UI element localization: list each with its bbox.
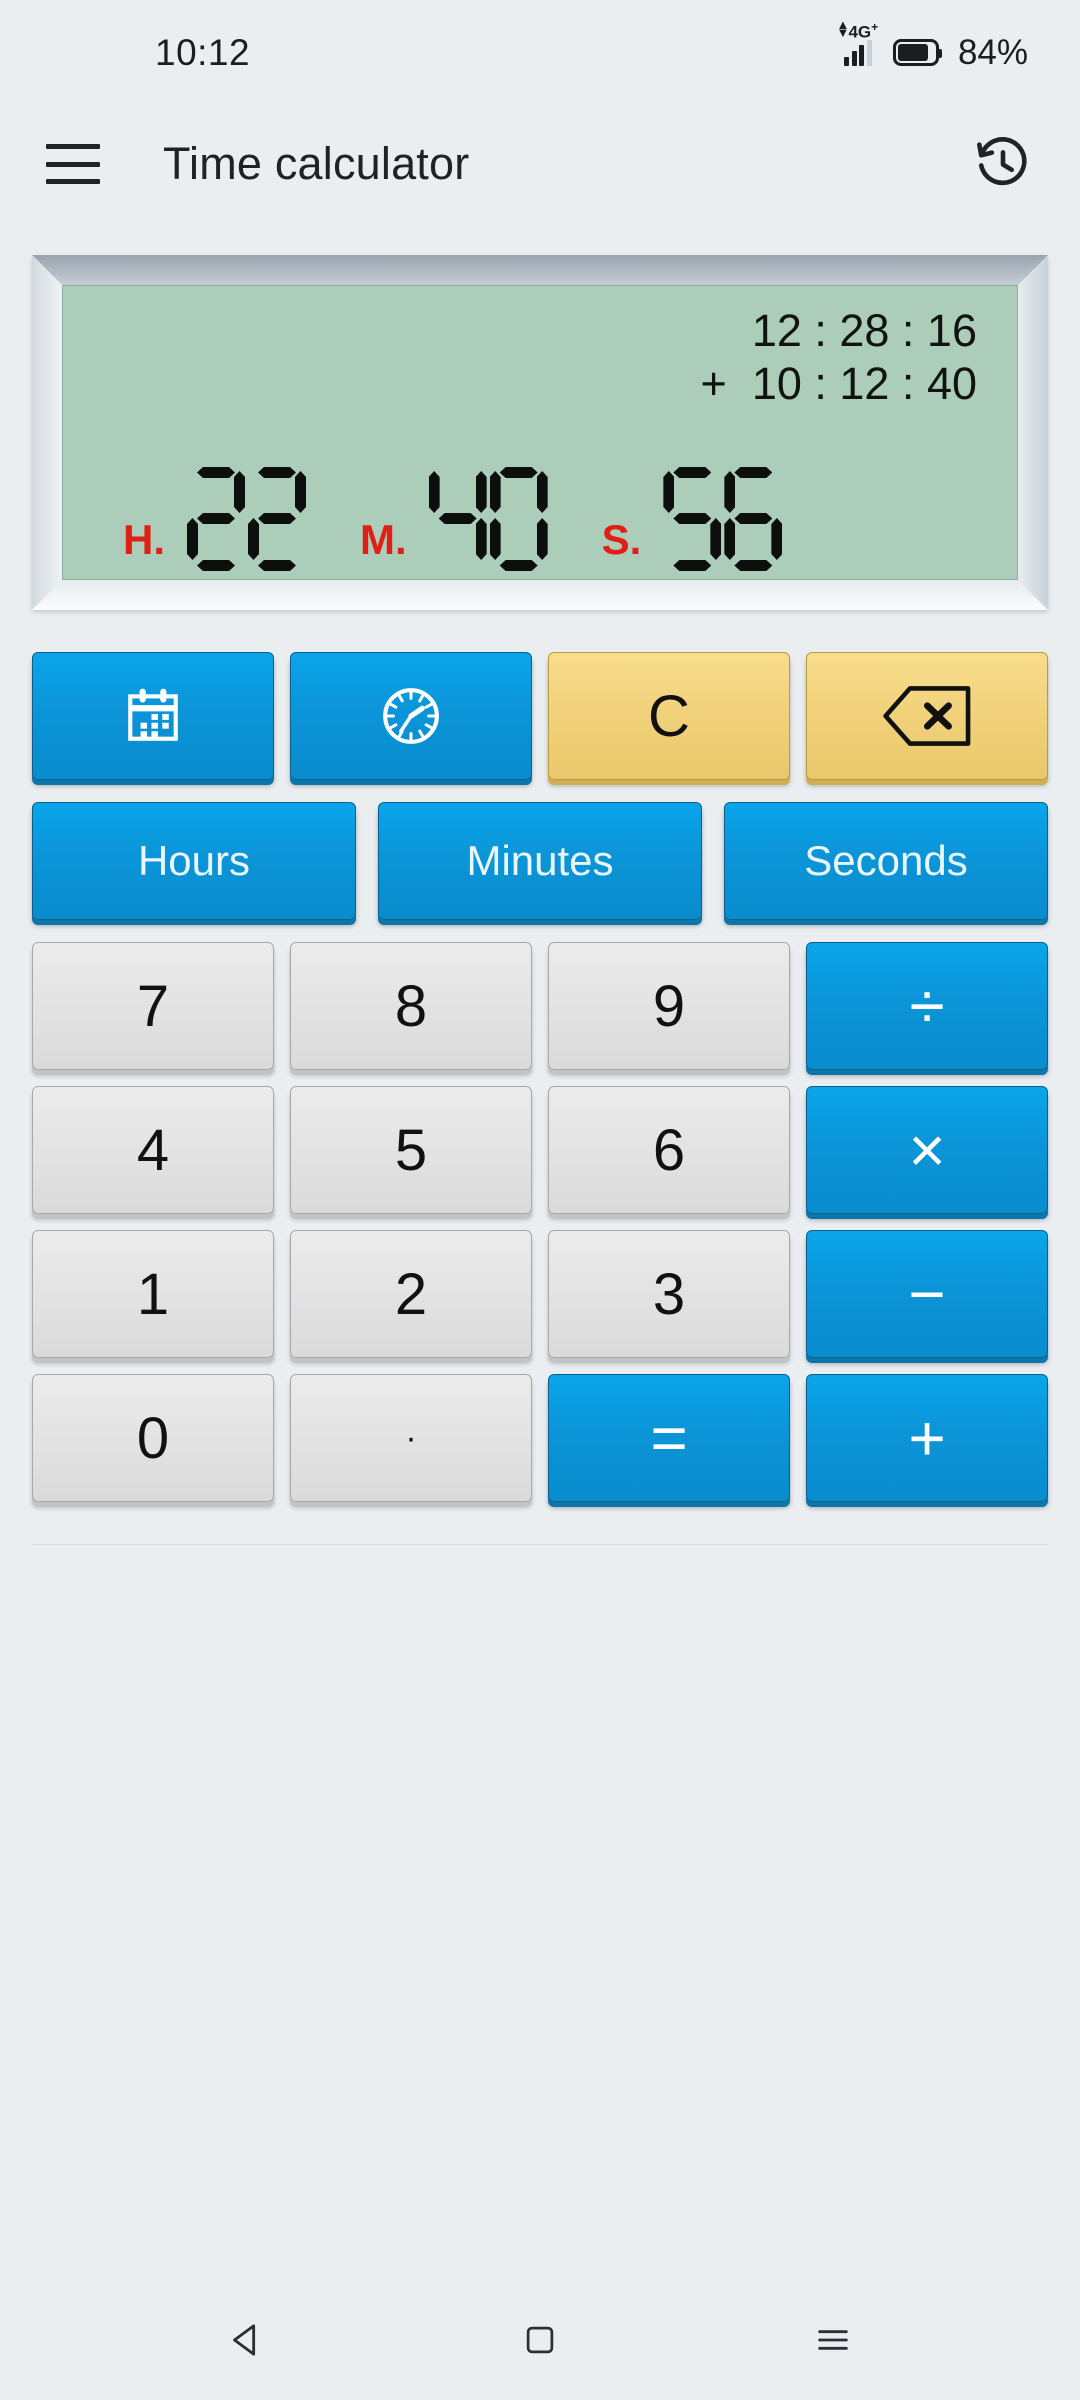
expression-line-2: + 10 : 12 : 40 (700, 358, 977, 409)
result-seconds: S. (602, 467, 783, 571)
key-0[interactable]: 0 (32, 1374, 274, 1502)
clock-button[interactable] (290, 652, 532, 780)
key-7[interactable]: 7 (32, 942, 274, 1070)
key-6-label: 6 (652, 1117, 686, 1183)
hours-button[interactable]: Hours (32, 802, 356, 920)
digit-row-2: 4 5 6 × (32, 1086, 1048, 1214)
minutes-seven-segment (429, 467, 548, 571)
lcd-panel: 12 : 28 : 16 + 10 : 12 : 40 H. M. S. (62, 285, 1018, 580)
key-3-label: 3 (652, 1261, 686, 1327)
digit-row-1: 7 8 9 ÷ (32, 942, 1048, 1070)
multiply-icon: × (908, 1114, 946, 1186)
status-clock: 10:12 (155, 31, 251, 73)
clear-button-label: C (648, 683, 690, 749)
hours-unit-label: H. (123, 516, 165, 563)
back-triangle-icon[interactable] (221, 2314, 273, 2366)
minutes-button[interactable]: Minutes (378, 802, 702, 920)
key-7-label: 7 (136, 973, 170, 1039)
seven-segment-digit (724, 467, 782, 571)
bottom-divider (32, 1544, 1048, 1545)
key-8[interactable]: 8 (290, 942, 532, 1070)
key-2[interactable]: 2 (290, 1230, 532, 1358)
key-minus[interactable]: − (806, 1230, 1048, 1358)
key-9-label: 9 (652, 973, 686, 1039)
seconds-unit-label: S. (601, 516, 642, 563)
result-hours: H. (123, 467, 306, 571)
seconds-button-label: Seconds (804, 837, 968, 884)
battery-percent-label: 84% (957, 32, 1028, 72)
seconds-button[interactable]: Seconds (724, 802, 1048, 920)
data-transfer-arrows-icon: ▲ ▼ (836, 16, 850, 40)
system-nav-bar (0, 2280, 1080, 2400)
minus-icon: − (908, 1258, 946, 1330)
backspace-icon (881, 684, 973, 748)
calendar-button[interactable] (32, 652, 274, 780)
phone-screen: 10:12 ▲ ▼ 4G+ 84% Time calculator 12: 2… (0, 0, 1080, 2400)
key-4[interactable]: 4 (32, 1086, 274, 1214)
result-row: H. M. S. (63, 467, 1017, 571)
calculator-display: 12 : 28 : 16 + 10 : 12 : 40 H. M. S. (32, 255, 1048, 610)
expression-line-1: 12 : 28 : 16 (751, 305, 977, 356)
key-1[interactable]: 1 (32, 1230, 274, 1358)
key-9[interactable]: 9 (548, 942, 790, 1070)
home-square-icon[interactable] (514, 2314, 566, 2366)
signal-bars-icon: ▲ ▼ 4G+ (836, 18, 878, 66)
key-decimal[interactable]: · (290, 1374, 532, 1502)
function-key-row: C (32, 652, 1048, 780)
backspace-button[interactable] (806, 652, 1048, 780)
seven-segment-digit (663, 467, 721, 571)
minutes-button-label: Minutes (466, 837, 614, 884)
key-0-label: 0 (136, 1405, 170, 1471)
signal-strength-bars (844, 39, 872, 66)
status-bar: 10:12 ▲ ▼ 4G+ 84% (0, 0, 1080, 105)
page-title: Time calculator (163, 138, 470, 189)
plus-icon: + (908, 1402, 946, 1474)
key-1-label: 1 (136, 1261, 170, 1327)
seven-segment-digit (248, 467, 306, 571)
digit-row-4: 0 · = + (32, 1374, 1048, 1502)
seven-segment-digit (187, 467, 245, 571)
key-3[interactable]: 3 (548, 1230, 790, 1358)
hamburger-menu-icon[interactable] (46, 144, 100, 184)
unit-key-row: Hours Minutes Seconds (32, 802, 1048, 920)
key-8-label: 8 (394, 973, 428, 1039)
status-indicators: ▲ ▼ 4G+ 84% (836, 18, 1028, 73)
history-icon[interactable] (974, 135, 1032, 193)
key-multiply[interactable]: × (806, 1086, 1048, 1214)
key-5-label: 5 (394, 1117, 428, 1183)
key-equals[interactable]: = (548, 1374, 790, 1502)
calendar-icon (122, 685, 184, 747)
network-type-label: 4G+ (848, 19, 879, 42)
key-6[interactable]: 6 (548, 1086, 790, 1214)
seven-segment-digit (490, 467, 548, 571)
clock-icon (378, 683, 444, 749)
key-divide[interactable]: ÷ (806, 942, 1048, 1070)
hours-button-label: Hours (137, 837, 251, 884)
app-bar: Time calculator (0, 105, 1080, 223)
hours-seven-segment (187, 467, 306, 571)
recents-menu-icon[interactable] (807, 2314, 859, 2366)
seconds-seven-segment (663, 467, 782, 571)
key-4-label: 4 (136, 1117, 170, 1183)
divide-icon: ÷ (909, 970, 945, 1042)
key-2-label: 2 (394, 1261, 428, 1327)
seven-segment-digit (429, 467, 487, 571)
minutes-unit-label: M. (360, 516, 407, 563)
equals-icon: = (650, 1402, 688, 1474)
clear-button[interactable]: C (548, 652, 790, 780)
digit-row-3: 1 2 3 − (32, 1230, 1048, 1358)
keypad: C Hours Minutes Seconds 7 8 9 ÷ 4 5 6 × … (0, 610, 1080, 1518)
key-plus[interactable]: + (806, 1374, 1048, 1502)
battery-icon (892, 39, 942, 66)
result-minutes: M. (360, 467, 548, 571)
decimal-point-label: · (405, 1418, 417, 1457)
key-5[interactable]: 5 (290, 1086, 532, 1214)
